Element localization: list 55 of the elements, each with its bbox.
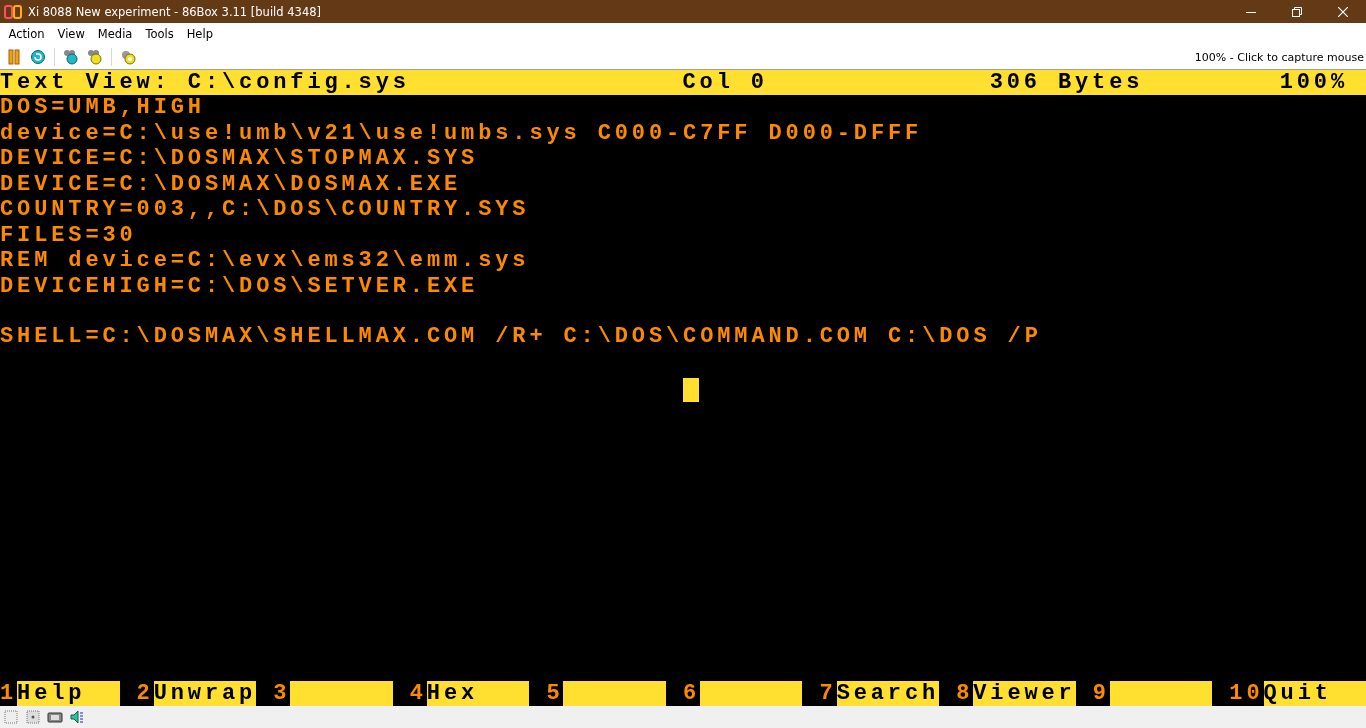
key-number: 4 [409,680,427,706]
app-logo-icon [4,4,22,19]
menu-item[interactable]: Tools [138,27,181,41]
keys-icon [63,49,79,65]
speaker-icon [69,709,85,725]
file-line: FILES=30 [0,222,137,249]
menu-item[interactable]: Media [91,27,139,41]
function-key[interactable]: Hex [426,680,530,706]
reset-button[interactable] [28,47,48,67]
key-number: 1 [0,680,18,706]
key-number: 8 [956,680,974,706]
function-key[interactable]: Quit [1263,680,1366,706]
function-key[interactable] [563,680,666,706]
menu-item[interactable]: Action [2,27,52,41]
key-number: 2 [136,680,154,706]
text-cursor [683,378,700,402]
menu-item[interactable]: Help [180,27,220,41]
keys-icon [87,49,103,65]
settings-icon [120,49,136,65]
key-number: 3 [273,680,291,706]
function-key[interactable]: Help [17,680,120,706]
function-key[interactable] [700,680,803,706]
network-icon [47,709,63,725]
file-line: device=C:\use!umb\v21\use!umbs.sys C000-C7FF D000-DFFF [0,120,923,147]
ctrl-alt-del-button[interactable] [61,47,81,67]
floppy-icon [3,709,19,725]
key-number: 6 [682,680,701,706]
key-number: 9 [1092,680,1110,706]
capture-status: 100% - Click to capture mouse [1194,50,1364,64]
file-line: DOS=UMB,HIGH [0,95,205,121]
file-line: REM device=C:\evx\ems32\emm.sys [0,248,530,274]
window-title: Xi 8088 New experiment - 86Box 3.11 [build 4348] [28,4,322,19]
key-number: 5 [546,680,564,706]
header-text: 100% [1279,70,1349,96]
ctrl-alt-esc-button[interactable] [85,47,105,67]
header-text: 306 Bytes [989,70,1145,96]
reset-icon [30,49,46,65]
file-line: DEVICEHIGH=C:\DOS\SETVER.EXE [0,273,479,299]
close-icon [1338,6,1348,17]
function-key[interactable] [290,680,393,706]
function-key[interactable]: Search [836,680,940,706]
key-number: 7 [819,680,837,706]
function-key[interactable]: Viewer [973,680,1076,706]
file-line: DEVICE=C:\DOSMAX\STOPMAX.SYS [0,146,479,172]
function-key[interactable]: Unwrap [153,680,257,706]
function-key[interactable] [1109,680,1213,706]
header-text: Col 0 [682,70,769,96]
file-line: COUNTRY=003,,C:\DOS\COUNTRY.SYS [0,197,530,223]
file-line: SHELL=C:\DOSMAX\SHELLMAX.COM /R+ C:\DOS\COMMAND.COM C:\DOS /P [0,324,1042,350]
pause-icon [6,49,22,65]
file-line: DEVICE=C:\DOSMAX\DOSMAX.EXE [0,171,462,198]
restore-icon [1292,6,1302,17]
key-number: 10 [1229,680,1264,706]
menu-item[interactable]: View [51,27,92,41]
header-text: Text View: C:\config.sys [0,70,411,96]
